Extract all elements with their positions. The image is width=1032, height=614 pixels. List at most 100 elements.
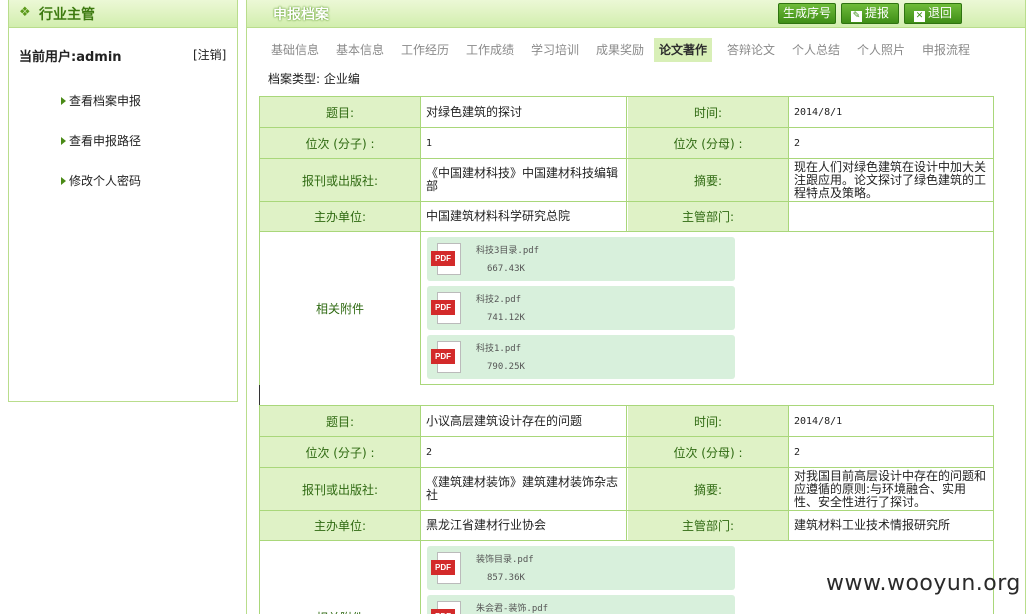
logout-link[interactable]: [注销] bbox=[193, 46, 226, 63]
tab-defense-paper[interactable]: 答辩论文 bbox=[722, 38, 780, 62]
rank-denominator-value: 2 bbox=[794, 137, 801, 149]
left-panel-title: 行业主管 bbox=[39, 7, 95, 23]
pdf-attachment[interactable]: PDF 科技2.pdf 741.12K bbox=[427, 286, 735, 330]
button-label: 生成序号 bbox=[782, 6, 831, 20]
department-label: 主管部门: bbox=[628, 202, 789, 231]
arrow-right-icon bbox=[61, 97, 66, 105]
table-row: 题目: 小议高层建筑设计存在的问题 时间: 2014/8/1 bbox=[260, 406, 993, 437]
nav-item-change-password[interactable]: 修改个人密码 bbox=[61, 172, 141, 189]
return-button[interactable]: ✕ 退回 bbox=[904, 3, 962, 24]
publisher-value: 《建筑建材装饰》建筑建材装饰杂志社 bbox=[422, 468, 627, 510]
rank-denominator-label: 位次 (分母) : bbox=[628, 437, 789, 467]
abstract-label: 摘要: bbox=[628, 468, 789, 510]
table-row: 位次 (分子) : 1 位次 (分母) : 2 bbox=[260, 128, 993, 159]
pdf-attachment[interactable]: PDF 装饰目录.pdf 857.36K bbox=[427, 546, 735, 590]
file-name: 朱会君-装饰.pdf bbox=[476, 604, 549, 614]
nav-item-view-path[interactable]: 查看申报路径 bbox=[61, 132, 141, 149]
title-label: 题目: bbox=[260, 97, 421, 127]
rank-denominator-value: 2 bbox=[794, 446, 801, 458]
watermark: www.wooyun.org bbox=[826, 571, 1021, 596]
pdf-file-icon: PDF bbox=[431, 552, 463, 584]
pdf-file-icon: PDF bbox=[431, 341, 463, 373]
department-label: 主管部门: bbox=[628, 511, 789, 540]
rank-numerator-value: 1 bbox=[422, 128, 627, 158]
host-label: 主办单位: bbox=[260, 511, 421, 540]
publisher-label: 报刊或出版社: bbox=[260, 468, 421, 510]
tab-work-experience[interactable]: 工作经历 bbox=[396, 38, 454, 62]
tab-general-info[interactable]: 基本信息 bbox=[331, 38, 389, 62]
table-row: 报刊或出版社: 《建筑建材装饰》建筑建材装饰杂志社 摘要: 对我国目前高层设计中… bbox=[260, 468, 993, 511]
left-panel-header: ❖ 行业主管 bbox=[8, 0, 238, 28]
nav-item-label: 查看申报路径 bbox=[69, 134, 142, 148]
abstract-value: 现在人们对绿色建筑在设计中加大关注跟应用。论文探讨了绿色建筑的工程特点及策略。 bbox=[794, 159, 987, 200]
publisher-label: 报刊或出版社: bbox=[260, 159, 421, 201]
title-value: 对绿色建筑的探讨 bbox=[422, 97, 627, 127]
button-label: 退回 bbox=[927, 6, 952, 20]
submit-button[interactable]: ✎ 提报 bbox=[841, 3, 899, 24]
pdf-attachment[interactable]: PDF 朱会君-装饰.pdf bbox=[427, 595, 735, 614]
button-label: 提报 bbox=[864, 6, 889, 20]
host-value: 黑龙江省建材行业协会 bbox=[422, 511, 627, 540]
abstract-value: 对我国目前高层设计中存在的问题和应遵循的原则:与环境融合、实用性、安全性进行了探… bbox=[794, 468, 987, 509]
title-value: 小议高层建筑设计存在的问题 bbox=[422, 406, 627, 436]
rank-denominator-label: 位次 (分母) : bbox=[628, 128, 789, 158]
arrow-right-icon bbox=[61, 177, 66, 185]
title-label: 题目: bbox=[260, 406, 421, 436]
arrow-right-icon bbox=[61, 137, 66, 145]
time-label: 时间: bbox=[628, 97, 789, 127]
edit-icon: ✎ bbox=[850, 11, 862, 22]
file-name: 装饰目录.pdf bbox=[476, 555, 534, 565]
pdf-file-icon: PDF bbox=[431, 292, 463, 324]
attachments-label: 相关附件 bbox=[260, 541, 421, 614]
file-size: 667.43K bbox=[487, 264, 525, 274]
archive-type: 档案类型: 企业编 bbox=[268, 72, 360, 86]
tab-work-achievements[interactable]: 工作成绩 bbox=[461, 38, 519, 62]
department-value bbox=[790, 202, 993, 231]
tab-training[interactable]: 学习培训 bbox=[526, 38, 584, 62]
rank-numerator-value: 2 bbox=[422, 437, 627, 467]
file-size: 741.12K bbox=[487, 313, 525, 323]
file-name: 科技1.pdf bbox=[476, 344, 522, 354]
table-row: 主办单位: 中国建筑材料科学研究总院 主管部门: bbox=[260, 202, 993, 232]
pdf-attachment[interactable]: PDF 科技3目录.pdf 667.43K bbox=[427, 237, 735, 281]
page-title: 申报档案 bbox=[273, 7, 329, 23]
table-row: 题目: 对绿色建筑的探讨 时间: 2014/8/1 bbox=[260, 97, 993, 128]
table-row: 主办单位: 黑龙江省建材行业协会 主管部门: 建筑材料工业技术情报研究所 bbox=[260, 511, 993, 541]
table-row: 报刊或出版社: 《中国建材科技》中国建材科技编辑部 摘要: 现在人们对绿色建筑在… bbox=[260, 159, 993, 202]
time-value: 2014/8/1 bbox=[794, 106, 843, 118]
left-panel: 当前用户:admin [注销] 查看档案申报 查看申报路径 修改个人密码 bbox=[8, 28, 238, 402]
rank-numerator-label: 位次 (分子) : bbox=[260, 437, 421, 467]
pdf-attachment[interactable]: PDF 科技1.pdf 790.25K bbox=[427, 335, 735, 379]
nav-item-label: 查看档案申报 bbox=[69, 94, 142, 108]
close-icon: ✕ bbox=[913, 11, 925, 22]
record-separator bbox=[259, 385, 994, 405]
generate-serial-button[interactable]: 生成序号 bbox=[778, 3, 836, 24]
attachments-row: 相关附件 PDF 科技3目录.pdf 667.43K PDF 科技2.pdf 7… bbox=[260, 232, 993, 385]
time-value: 2014/8/1 bbox=[794, 415, 843, 427]
tab-basic-info[interactable]: 基础信息 bbox=[266, 38, 324, 62]
tab-personal-summary[interactable]: 个人总结 bbox=[787, 38, 845, 62]
file-size: 857.36K bbox=[487, 573, 525, 583]
abstract-label: 摘要: bbox=[628, 159, 789, 201]
tab-workflow[interactable]: 申报流程 bbox=[917, 38, 975, 62]
file-size: 790.25K bbox=[487, 362, 525, 372]
publisher-value: 《中国建材科技》中国建材科技编辑部 bbox=[422, 159, 627, 201]
file-name: 科技3目录.pdf bbox=[476, 246, 540, 256]
tab-awards[interactable]: 成果奖励 bbox=[591, 38, 649, 62]
department-value: 建筑材料工业技术情报研究所 bbox=[794, 518, 951, 532]
diamond-icon: ❖ bbox=[19, 5, 31, 20]
pdf-file-icon: PDF bbox=[431, 601, 463, 614]
time-label: 时间: bbox=[628, 406, 789, 436]
paper-record: 题目: 对绿色建筑的探讨 时间: 2014/8/1 位次 (分子) : 1 位次… bbox=[259, 96, 994, 385]
nav-item-view-archive[interactable]: 查看档案申报 bbox=[61, 92, 141, 109]
host-value: 中国建筑材料科学研究总院 bbox=[422, 202, 627, 231]
rank-numerator-label: 位次 (分子) : bbox=[260, 128, 421, 158]
host-label: 主办单位: bbox=[260, 202, 421, 231]
nav-item-label: 修改个人密码 bbox=[69, 174, 142, 188]
table-row: 位次 (分子) : 2 位次 (分母) : 2 bbox=[260, 437, 993, 468]
pdf-file-icon: PDF bbox=[431, 243, 463, 275]
main-header: 申报档案 生成序号 ✎ 提报 ✕ 退回 bbox=[246, 0, 1026, 28]
tab-personal-photo[interactable]: 个人照片 bbox=[852, 38, 910, 62]
file-name: 科技2.pdf bbox=[476, 295, 522, 305]
tab-papers[interactable]: 论文著作 bbox=[654, 38, 713, 62]
